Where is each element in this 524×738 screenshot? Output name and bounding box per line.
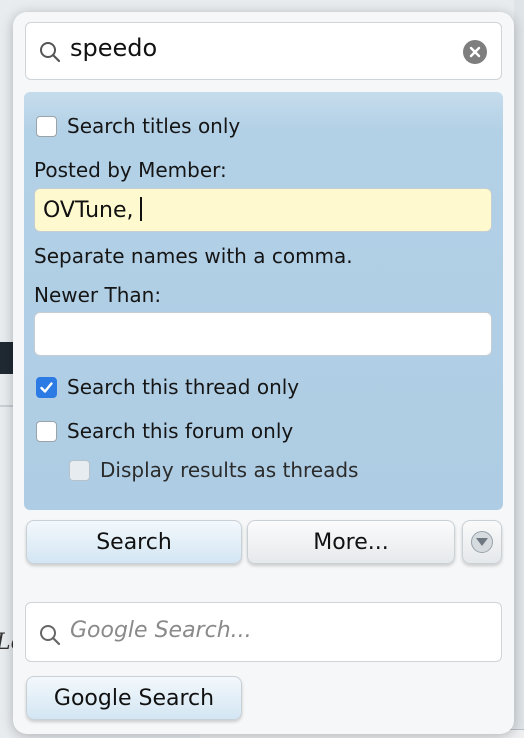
search-icon bbox=[38, 623, 62, 651]
options-dropdown-button[interactable] bbox=[462, 520, 502, 564]
forum-only-option[interactable]: Search this forum only bbox=[36, 419, 293, 443]
search-query-text: speedo bbox=[70, 34, 158, 62]
titles-only-checkbox[interactable] bbox=[36, 115, 57, 137]
chevron-down-icon bbox=[471, 531, 493, 553]
posted-by-member-field[interactable]: OVTune, bbox=[34, 188, 492, 232]
google-search-button[interactable]: Google Search bbox=[26, 676, 242, 720]
forum-only-label: Search this forum only bbox=[67, 419, 294, 443]
google-search-placeholder: Google Search... bbox=[70, 618, 252, 643]
search-options-panel: Search titles only Posted by Member: OVT… bbox=[24, 92, 503, 510]
thread-only-option[interactable]: Search this thread only bbox=[36, 375, 299, 399]
search-icon bbox=[38, 40, 62, 68]
posted-by-value: OVTune, bbox=[43, 198, 134, 223]
display-as-threads-label: Display results as threads bbox=[100, 458, 359, 482]
thread-only-checkbox[interactable] bbox=[36, 376, 57, 398]
display-as-threads-option[interactable]: Display results as threads bbox=[69, 458, 358, 482]
background-divider bbox=[0, 405, 14, 407]
checkmark-icon bbox=[40, 381, 53, 393]
separate-names-hint: Separate names with a comma. bbox=[34, 244, 353, 268]
search-input[interactable]: speedo bbox=[25, 22, 502, 80]
text-caret bbox=[139, 197, 142, 221]
thread-only-label: Search this thread only bbox=[67, 375, 300, 399]
display-as-threads-checkbox[interactable] bbox=[69, 459, 90, 481]
titles-only-option[interactable]: Search titles only bbox=[36, 114, 240, 138]
newer-than-label: Newer Than: bbox=[34, 283, 162, 307]
background-dark-bar bbox=[0, 342, 14, 374]
clear-icon[interactable] bbox=[463, 40, 487, 64]
search-button[interactable]: Search bbox=[26, 520, 242, 564]
newer-than-field[interactable] bbox=[34, 312, 492, 356]
posted-by-label: Posted by Member: bbox=[34, 158, 227, 182]
google-search-input[interactable]: Google Search... bbox=[25, 602, 502, 662]
more-options-button[interactable]: More... bbox=[247, 520, 455, 564]
titles-only-label: Search titles only bbox=[67, 114, 241, 138]
forum-only-checkbox[interactable] bbox=[36, 420, 57, 442]
search-popup: speedo Search titles only Posted by Memb… bbox=[13, 12, 514, 734]
background-right-edge bbox=[514, 0, 524, 738]
